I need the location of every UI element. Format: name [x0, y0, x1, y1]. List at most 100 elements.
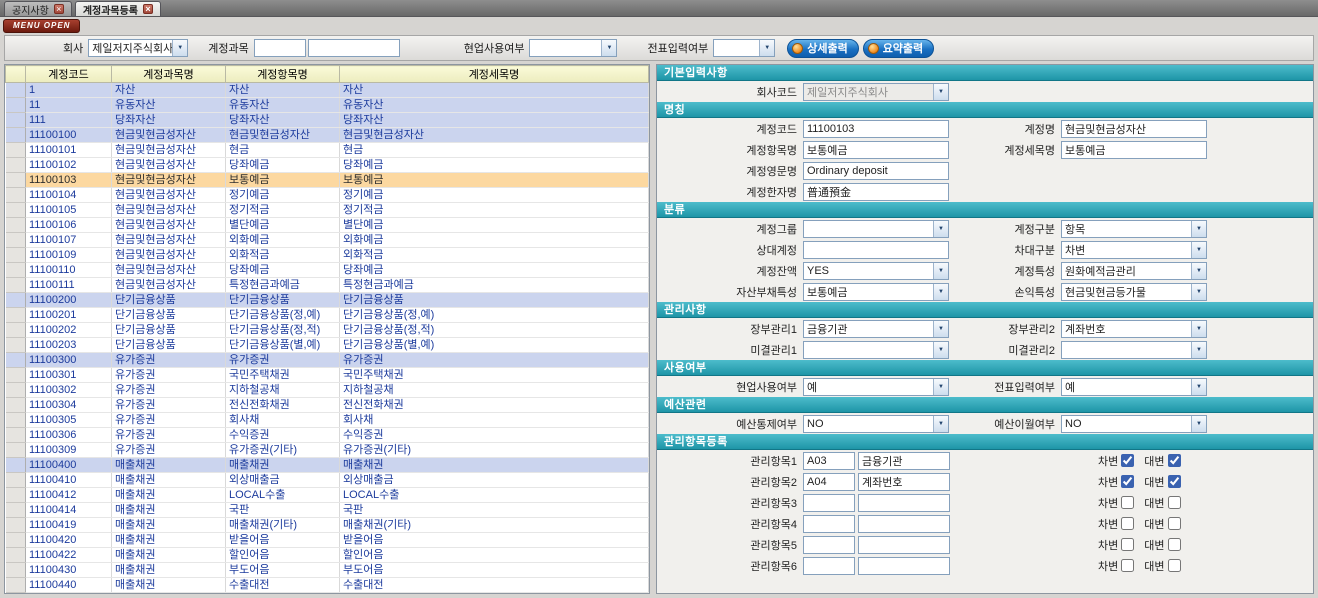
- grid-row[interactable]: 11100202단기금융상품단기금융상품(정,적)단기금융상품(정,적): [6, 323, 649, 338]
- row-selector-cell[interactable]: [6, 458, 26, 473]
- grid-row[interactable]: 11100107현금및현금성자산외화예금외화예금: [6, 233, 649, 248]
- account-detail-name-input[interactable]: [1061, 141, 1207, 159]
- grid-row[interactable]: 11100103현금및현금성자산보통예금보통예금: [6, 173, 649, 188]
- row-selector-cell[interactable]: [6, 308, 26, 323]
- mgmt-item-1-code-input[interactable]: [803, 452, 855, 470]
- account-balance-select[interactable]: YES▼: [803, 262, 949, 280]
- grid-row[interactable]: 11100109현금및현금성자산외화적금외화적금: [6, 248, 649, 263]
- grid-row[interactable]: 11유동자산유동자산유동자산: [6, 98, 649, 113]
- profit-loss-trait-select[interactable]: 현금및현금등가물▼: [1061, 283, 1207, 301]
- grid-row[interactable]: 11100305유가증권회사채회사채: [6, 413, 649, 428]
- row-selector-cell[interactable]: [6, 368, 26, 383]
- grid-row[interactable]: 11100101현금및현금성자산현금현금: [6, 143, 649, 158]
- grid-row[interactable]: 11100500매출채권대손충당금매출채권대손충당금매출채권대손충당금: [6, 593, 649, 595]
- row-selector-cell[interactable]: [6, 128, 26, 143]
- debit-checkbox[interactable]: [1121, 517, 1134, 530]
- credit-checkbox[interactable]: [1168, 454, 1181, 467]
- budget-control-select[interactable]: NO▼: [803, 415, 949, 433]
- row-selector-cell[interactable]: [6, 413, 26, 428]
- mgmt-item-3-name-input[interactable]: [858, 494, 950, 512]
- tab-account-subject-registration[interactable]: 계정과목등록×: [75, 1, 161, 16]
- row-selector-cell[interactable]: [6, 548, 26, 563]
- account-name-search-input[interactable]: [308, 39, 400, 57]
- account-english-name-input[interactable]: [803, 162, 949, 180]
- grid-row[interactable]: 11100400매출채권매출채권매출채권: [6, 458, 649, 473]
- grid-row[interactable]: 11100102현금및현금성자산당좌예금당좌예금: [6, 158, 649, 173]
- grid-row[interactable]: 11100309유가증권유가증권(기타)유가증권(기타): [6, 443, 649, 458]
- account-chinese-name-input[interactable]: [803, 183, 949, 201]
- account-code-input[interactable]: [803, 120, 949, 138]
- row-selector-cell[interactable]: [6, 113, 26, 128]
- row-selector-cell[interactable]: [6, 443, 26, 458]
- account-code-search-input[interactable]: [254, 39, 306, 57]
- grid-row[interactable]: 11100304유가증권전신전화채권전신전화채권: [6, 398, 649, 413]
- pending-mgmt1-select[interactable]: ▼: [803, 341, 949, 359]
- account-item-name-input[interactable]: [803, 141, 949, 159]
- summary-print-button[interactable]: 요약출력: [863, 39, 934, 58]
- row-selector-cell[interactable]: [6, 263, 26, 278]
- grid-row[interactable]: 11100111현금및현금성자산특정현금과예금특정현금과예금: [6, 278, 649, 293]
- grid-row[interactable]: 11100430매출채권부도어음부도어음: [6, 563, 649, 578]
- grid-row[interactable]: 111당좌자산당좌자산당좌자산: [6, 113, 649, 128]
- grid-row[interactable]: 11100412매출채권LOCAL수출LOCAL수출: [6, 488, 649, 503]
- credit-checkbox[interactable]: [1168, 475, 1181, 488]
- grid-row[interactable]: 11100440매출채권수출대전수출대전: [6, 578, 649, 593]
- row-selector-cell[interactable]: [6, 338, 26, 353]
- grid-row[interactable]: 11100110현금및현금성자산당좌예금당좌예금: [6, 263, 649, 278]
- grid-row[interactable]: 11100301유가증권국민주택채권국민주택채권: [6, 368, 649, 383]
- row-selector-cell[interactable]: [6, 293, 26, 308]
- credit-checkbox[interactable]: [1168, 496, 1181, 509]
- row-selector-cell[interactable]: [6, 83, 26, 98]
- row-selector-cell[interactable]: [6, 428, 26, 443]
- menu-open-button[interactable]: MENU OPEN: [3, 19, 80, 33]
- mgmt-item-4-code-input[interactable]: [803, 515, 855, 533]
- row-selector-cell[interactable]: [6, 353, 26, 368]
- grid-row[interactable]: 11100306유가증권수익증권수익증권: [6, 428, 649, 443]
- row-selector-cell[interactable]: [6, 218, 26, 233]
- row-selector-cell[interactable]: [6, 383, 26, 398]
- mgmt-item-2-name-input[interactable]: [858, 473, 950, 491]
- credit-checkbox[interactable]: [1168, 517, 1181, 530]
- slip-entry-filter-select[interactable]: ▼: [713, 39, 775, 57]
- grid-row[interactable]: 11100302유가증권지하철공채지하철공채: [6, 383, 649, 398]
- row-selector-cell[interactable]: [6, 173, 26, 188]
- grid-row[interactable]: 11100422매출채권할인어음할인어음: [6, 548, 649, 563]
- mgmt-item-2-code-input[interactable]: [803, 473, 855, 491]
- account-trait-select[interactable]: 원화예적금관리▼: [1061, 262, 1207, 280]
- field-use-select[interactable]: 예▼: [803, 378, 949, 396]
- debit-checkbox[interactable]: [1121, 475, 1134, 488]
- row-selector-cell[interactable]: [6, 233, 26, 248]
- account-group-select[interactable]: ▼: [803, 220, 949, 238]
- counter-account-input[interactable]: [803, 241, 949, 259]
- row-selector-cell[interactable]: [6, 188, 26, 203]
- grid-row[interactable]: 11100100현금및현금성자산현금및현금성자산현금및현금성자산: [6, 128, 649, 143]
- grid-row[interactable]: 11100414매출채권국판국판: [6, 503, 649, 518]
- row-selector-cell[interactable]: [6, 473, 26, 488]
- ledger-mgmt2-select[interactable]: 계좌번호▼: [1061, 320, 1207, 338]
- row-selector-cell[interactable]: [6, 98, 26, 113]
- field-use-filter-select[interactable]: ▼: [529, 39, 617, 57]
- credit-checkbox[interactable]: [1168, 538, 1181, 551]
- row-selector-cell[interactable]: [6, 593, 26, 595]
- debit-checkbox[interactable]: [1121, 496, 1134, 509]
- ledger-mgmt1-select[interactable]: 금융기관▼: [803, 320, 949, 338]
- grid-row[interactable]: 11100105현금및현금성자산정기적금정기적금: [6, 203, 649, 218]
- pending-mgmt2-select[interactable]: ▼: [1061, 341, 1207, 359]
- company-select[interactable]: 제일저지주식회사 ▼: [88, 39, 188, 57]
- mgmt-item-5-code-input[interactable]: [803, 536, 855, 554]
- grid-row[interactable]: 11100200단기금융상품단기금융상품단기금융상품: [6, 293, 649, 308]
- slip-entry-select[interactable]: 예▼: [1061, 378, 1207, 396]
- row-selector-cell[interactable]: [6, 143, 26, 158]
- row-selector-cell[interactable]: [6, 518, 26, 533]
- debit-checkbox[interactable]: [1121, 559, 1134, 572]
- row-selector-cell[interactable]: [6, 503, 26, 518]
- grid-row[interactable]: 11100300유가증권유가증권유가증권: [6, 353, 649, 368]
- row-selector-cell[interactable]: [6, 563, 26, 578]
- row-selector-cell[interactable]: [6, 158, 26, 173]
- mgmt-item-4-name-input[interactable]: [858, 515, 950, 533]
- row-selector-cell[interactable]: [6, 578, 26, 593]
- grid-row[interactable]: 1자산자산자산: [6, 83, 649, 98]
- mgmt-item-6-code-input[interactable]: [803, 557, 855, 575]
- asset-liability-trait-select[interactable]: 보통예금▼: [803, 283, 949, 301]
- account-name-input[interactable]: [1061, 120, 1207, 138]
